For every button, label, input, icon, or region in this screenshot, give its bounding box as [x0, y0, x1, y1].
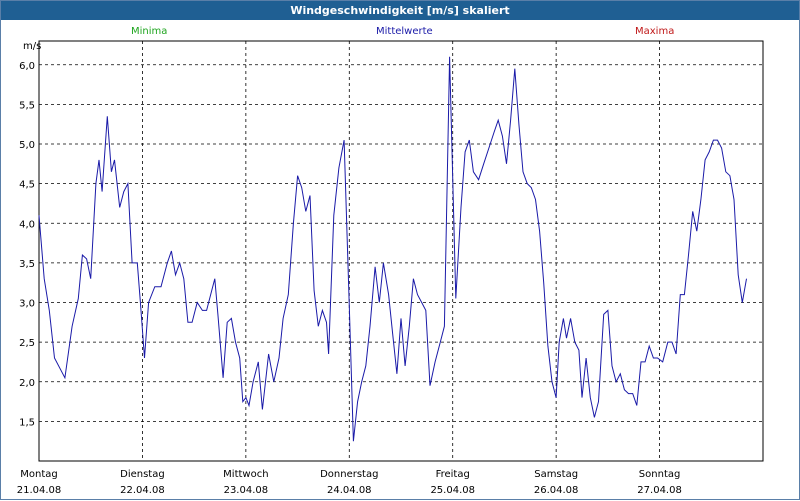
x-tick-day: Sonntag — [639, 469, 681, 480]
x-tick-day: Montag — [20, 469, 57, 480]
chart-window: Windgeschwindigkeit [m/s] skaliert Minim… — [0, 0, 800, 500]
y-tick-label: 1,5 — [19, 417, 35, 428]
y-tick-label: 2,0 — [19, 378, 35, 389]
x-tick-day: Dienstag — [120, 469, 165, 480]
y-tick-label: 4,0 — [19, 219, 35, 230]
y-tick-label: 2,5 — [19, 338, 35, 349]
x-tick-date: 23.04.08 — [224, 485, 269, 496]
x-tick-date: 21.04.08 — [17, 485, 62, 496]
x-tick-date: 22.04.08 — [120, 485, 165, 496]
x-tick-date: 25.04.08 — [430, 485, 475, 496]
x-tick-date: 26.04.08 — [534, 485, 579, 496]
y-tick-label: 3,5 — [19, 259, 35, 270]
y-tick-label: 5,5 — [19, 100, 35, 111]
series-line-mittelwerte — [38, 56, 747, 442]
y-tick-label: 6,0 — [19, 61, 35, 72]
x-tick-date: 24.04.08 — [327, 485, 372, 496]
x-tick-day: Mittwoch — [223, 469, 268, 480]
wind-speed-chart: 1,5 2,0 2,5 3,0 3,5 4,0 4,5 5,0 5,5 6,0 m/s Montag 2… — [17, 40, 764, 496]
y-tick-label: 3,0 — [19, 299, 35, 310]
x-tick-date: 27.04.08 — [637, 485, 682, 496]
y-tick-label: 4,5 — [19, 180, 35, 191]
x-tick-day: Samstag — [534, 469, 578, 480]
x-tick-day: Freitag — [436, 469, 470, 480]
x-tick-day: Donnerstag — [320, 469, 378, 480]
y-tick-label: 5,0 — [19, 140, 35, 151]
y-axis-label: m/s — [23, 41, 41, 52]
